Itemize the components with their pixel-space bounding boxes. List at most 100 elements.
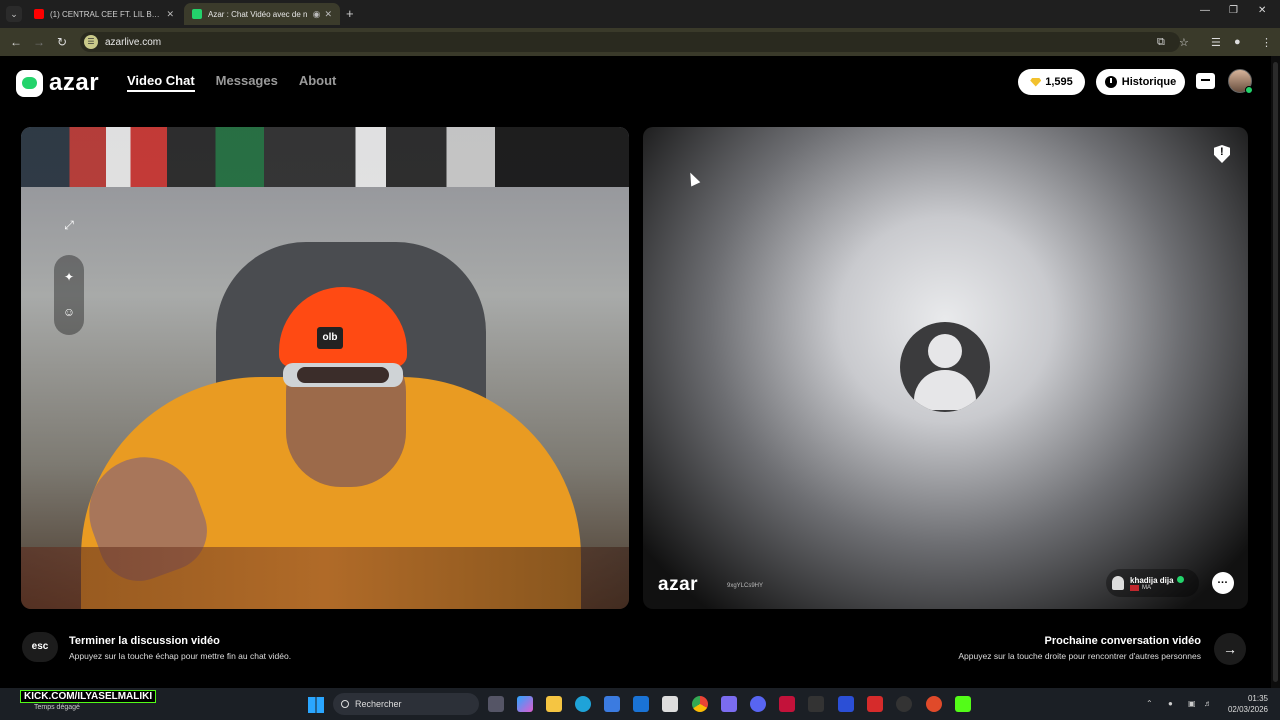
obs-icon[interactable] <box>808 696 824 712</box>
install-app-icon[interactable]: ⧉ <box>1157 36 1165 49</box>
browser-tab-azar[interactable]: Azar : Chat Vidéo avec de n ◉ ✕ <box>184 3 340 25</box>
screen: ⌄ (1) CENTRAL CEE FT. LIL BABY - ✕ Azar … <box>0 0 1280 720</box>
search-icon <box>341 700 349 708</box>
arrow-right-icon: → <box>1223 641 1237 657</box>
main-nav: Video Chat Messages About <box>127 73 336 92</box>
browser-tab-bar: ⌄ (1) CENTRAL CEE FT. LIL BABY - ✕ Azar … <box>0 0 1280 28</box>
nav-video-chat[interactable]: Video Chat <box>127 73 195 92</box>
azar-logo-icon <box>16 69 43 97</box>
store-app-icon[interactable] <box>604 696 620 712</box>
snipping-icon[interactable] <box>662 696 678 712</box>
kick-app-icon[interactable] <box>955 696 971 712</box>
gem-count: 1,595 <box>1045 76 1073 88</box>
browser-toolbar: ← → ↻ ☰ azarlive.com ⧉ ☆ ☰ ● ⋮ <box>0 28 1280 56</box>
face-filter-icon[interactable]: ☺ <box>54 298 84 326</box>
close-tab-icon[interactable]: ✕ <box>166 9 174 20</box>
next-chat-button[interactable]: → <box>1214 633 1246 665</box>
chrome-icon[interactable] <box>692 696 708 712</box>
menu-kebab-icon[interactable]: ⋮ <box>1261 36 1272 49</box>
beanie-label: olb <box>317 327 343 349</box>
chat-bubble-icon[interactable] <box>1212 572 1234 594</box>
volume-icon[interactable]: ♬ <box>1204 699 1212 708</box>
game-app-icon[interactable] <box>721 696 737 712</box>
bookmark-star-icon[interactable]: ☆ <box>1179 36 1189 49</box>
close-window-icon[interactable]: ✕ <box>1258 5 1266 16</box>
adobe-app-icon[interactable] <box>779 696 795 712</box>
taskbar-search[interactable]: Rechercher <box>333 693 479 715</box>
tab-title: Azar : Chat Vidéo avec de n <box>208 9 308 19</box>
task-view-icon[interactable] <box>488 696 504 712</box>
end-chat-subtitle: Appuyez sur la touche échap pour mettre … <box>69 651 292 661</box>
scrollbar[interactable] <box>1271 56 1280 688</box>
maximize-icon[interactable]: ❐ <box>1229 5 1238 16</box>
azar-app: azar Video Chat Messages About 1,595 His… <box>0 56 1280 688</box>
network-icon[interactable]: ▣ <box>1188 699 1196 708</box>
history-label: Historique <box>1121 76 1177 88</box>
weather-text: Temps dégagé <box>34 704 80 711</box>
background-shelf <box>21 127 629 187</box>
person-sunglasses <box>283 363 403 387</box>
azar-watermark: azar <box>658 574 699 595</box>
watermark-id: 9xgYLCs9HY <box>727 583 764 589</box>
nav-about[interactable]: About <box>299 73 337 92</box>
stream-overlay-text: KICK.COM/ILYASELMALIKI <box>20 690 157 703</box>
edge-icon[interactable] <box>575 696 591 712</box>
gem-icon <box>1030 77 1042 87</box>
clock-icon <box>1104 76 1117 88</box>
new-tab-button[interactable]: + <box>346 6 354 21</box>
background-rug <box>21 547 629 609</box>
self-video: olb ⤢ ✦ ☺ <box>21 127 629 609</box>
reload-icon[interactable]: ↻ <box>57 35 67 49</box>
minimize-icon[interactable]: — <box>1200 5 1210 16</box>
magic-wand-icon[interactable]: ✦ <box>54 263 84 291</box>
tab-search-icon[interactable]: ⌄ <box>6 6 22 22</box>
windows-start-icon[interactable] <box>308 697 324 713</box>
vpn-icon[interactable] <box>838 696 854 712</box>
profile-icon[interactable]: ● <box>1234 36 1241 48</box>
nav-messages[interactable]: Messages <box>216 73 278 92</box>
site-info-icon[interactable]: ☰ <box>84 35 98 49</box>
online-status-dot <box>1245 86 1253 94</box>
brand-name: azar <box>49 69 100 96</box>
utility-app-icon[interactable] <box>896 696 912 712</box>
browser-tab-youtube[interactable]: (1) CENTRAL CEE FT. LIL BABY - ✕ <box>26 3 182 25</box>
outlook-icon[interactable] <box>633 696 649 712</box>
close-tab-icon[interactable]: ✕ <box>324 9 332 20</box>
peer-info[interactable]: khadija dija MA <box>1106 569 1199 597</box>
streaming-app-icon[interactable] <box>867 696 883 712</box>
address-bar[interactable]: ☰ azarlive.com <box>80 32 1180 52</box>
url-text: azarlive.com <box>105 36 162 48</box>
report-icon[interactable] <box>1214 145 1230 163</box>
azar-favicon-icon <box>192 9 202 19</box>
copilot-icon[interactable] <box>517 696 533 712</box>
file-explorer-icon[interactable] <box>546 696 562 712</box>
search-placeholder: Rechercher <box>355 699 402 709</box>
media-control-icon[interactable]: ☰ <box>1211 36 1221 49</box>
youtube-icon <box>34 9 44 19</box>
flag-icon <box>1130 584 1139 591</box>
next-chat-title: Prochaine conversation vidéo <box>1044 635 1202 647</box>
video-tools: ⤢ ✦ ☺ <box>54 211 84 335</box>
end-chat-title: Terminer la discussion vidéo <box>69 635 220 647</box>
store-icon[interactable] <box>1196 73 1215 89</box>
tab-title: (1) CENTRAL CEE FT. LIL BABY - <box>50 9 163 19</box>
peer-name: khadija dija <box>1130 575 1174 585</box>
notification-app-icon[interactable] <box>926 696 942 712</box>
back-icon[interactable]: ← <box>10 35 22 49</box>
gems-button[interactable]: 1,595 <box>1018 69 1085 95</box>
azar-logo[interactable]: azar <box>16 69 99 97</box>
recording-icon: ◉ <box>312 8 321 19</box>
peer-country: MA <box>1142 584 1151 591</box>
tray-chevron-icon[interactable]: ⌃ <box>1146 699 1153 708</box>
expand-icon[interactable]: ⤢ <box>54 211 84 239</box>
history-button[interactable]: Historique <box>1096 69 1185 95</box>
end-chat-button[interactable]: esc <box>22 632 58 662</box>
forward-icon[interactable]: → <box>33 35 45 49</box>
discord-icon[interactable] <box>750 696 766 712</box>
microphone-icon[interactable]: ● <box>1168 699 1173 708</box>
next-chat-subtitle: Appuyez sur la touche droite pour rencon… <box>958 651 1201 661</box>
time-text: 01:35 <box>1247 694 1268 703</box>
clock[interactable]: 01:35 02/03/2026 <box>1226 693 1268 715</box>
peer-profile-icon <box>1112 576 1124 590</box>
date-text: 02/03/2026 <box>1227 705 1268 714</box>
